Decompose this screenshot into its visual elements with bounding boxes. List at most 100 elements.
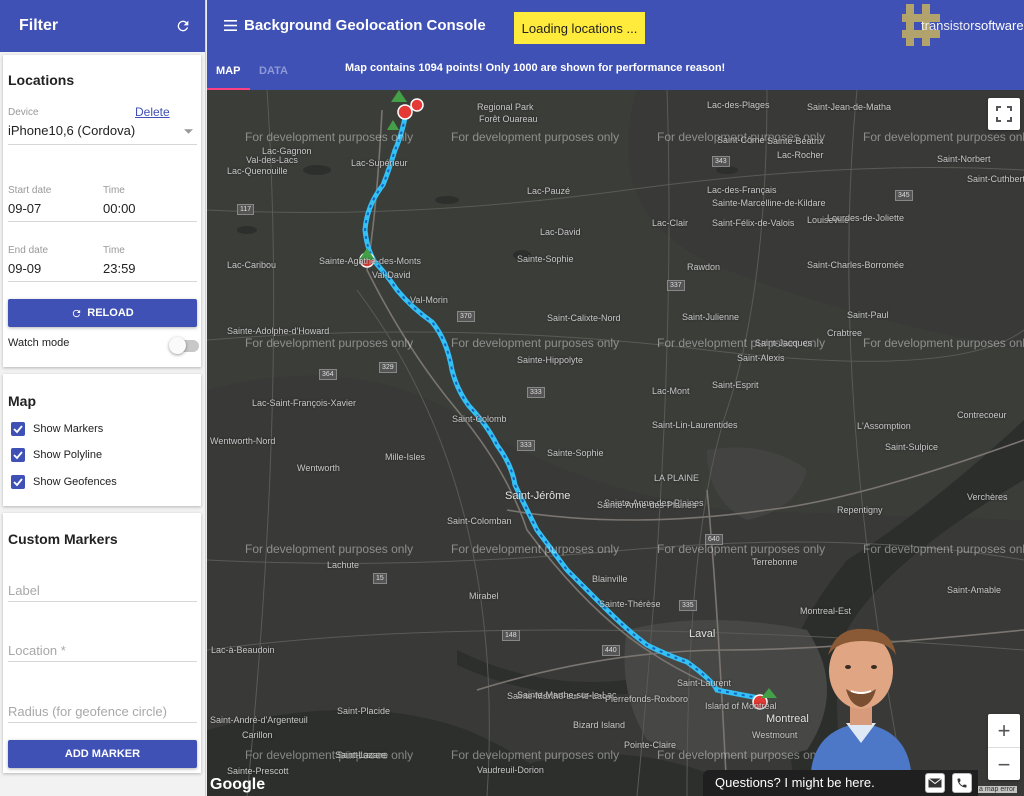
menu-icon[interactable] — [224, 20, 237, 31]
device-select-value: iPhone10,6 (Cordova) — [8, 123, 136, 138]
map-place-label: Lourdes-de-Joliette — [827, 213, 905, 223]
map-place-label: Sainte-Adolphe-d'Howard — [227, 326, 330, 336]
support-avatar[interactable] — [806, 621, 916, 771]
loading-badge: Loading locations ... — [514, 12, 645, 44]
map-place-label: Sainte-Sophie — [547, 448, 604, 458]
label-underline — [8, 601, 197, 602]
map-place-label: Sainte-Marcelline-de-Kildare — [712, 198, 826, 208]
road-shield: 335 — [679, 600, 697, 611]
end-date-field[interactable]: 09-09 — [8, 261, 41, 276]
chevron-down-icon — [184, 129, 193, 134]
watch-mode-label: Watch mode — [8, 337, 70, 349]
map-place-label: Sainte-Prescott — [227, 766, 289, 776]
phone-button[interactable] — [952, 773, 972, 793]
sidebar-header: Filter — [0, 0, 205, 52]
app-root: Filter Locations Device Delete iPhone10,… — [0, 0, 1024, 796]
map-place-label: Saint-Esprit — [712, 380, 759, 390]
road-shield: 343 — [712, 156, 730, 167]
map-place-label: Wentworth — [297, 463, 340, 473]
support-chat-bar[interactable]: Questions? I might be here. — [703, 770, 978, 796]
map-place-label: Saint-Félix-de-Valois — [712, 218, 795, 228]
map-place-label: Pierrefonds-Roxboro — [605, 694, 689, 704]
locations-card: Locations Device Delete iPhone10,6 (Cord… — [3, 55, 201, 367]
checkbox-checked-icon — [11, 448, 25, 462]
show-markers-checkbox[interactable]: Show Markers — [11, 422, 103, 436]
add-marker-button[interactable]: ADD MARKER — [8, 740, 197, 768]
zoom-out-button[interactable]: − — [988, 748, 1020, 781]
end-time-label: Time — [103, 245, 125, 256]
zoom-control: + − — [988, 714, 1020, 780]
points-notice: Map contains 1094 points! Only 1000 are … — [345, 62, 726, 74]
sidebar-title: Filter — [19, 17, 59, 34]
tab-map[interactable]: MAP — [216, 65, 240, 77]
map-place-label: Lac-des-Français — [707, 185, 777, 195]
show-markers-label: Show Markers — [33, 423, 104, 435]
logo-text-b: software — [974, 18, 1024, 33]
dev-watermark: For development purposes only — [245, 542, 414, 556]
delete-device-link[interactable]: Delete — [135, 105, 170, 119]
road-shield: 364 — [319, 369, 337, 380]
map-place-label: Bizard Island — [573, 720, 626, 730]
map-place-label: Sainte-Sophie — [517, 254, 574, 264]
map-place-label: Lac-des-Plages — [707, 100, 770, 110]
refresh-icon[interactable] — [175, 18, 191, 34]
start-underline — [8, 221, 197, 222]
map-place-label: Sainte-Thérèse — [599, 599, 661, 609]
map-place-label: Lac-Clair — [652, 218, 689, 228]
map-place-label: Lachute — [327, 560, 360, 570]
map-place-label: Crabtree — [827, 328, 863, 338]
phone-icon — [957, 778, 967, 788]
road-shield: 640 — [705, 534, 723, 545]
map-place-label: Saint-Julienne — [682, 312, 740, 322]
dev-watermark: For development purposes only — [451, 130, 620, 144]
add-marker-label: ADD MARKER — [64, 748, 141, 760]
app-header: Background Geolocation Console Loading l… — [207, 0, 1024, 52]
map-place-label: Saint-Colomban — [447, 516, 512, 526]
map-place-label: Lac-Saint-François-Xavier — [252, 398, 357, 408]
map-place-label: Val-des-Lacs — [246, 155, 298, 165]
transistorsoftware-logo: transistorsoftware — [902, 2, 1024, 50]
map-place-label: Saint-Charles-Borromée — [807, 260, 905, 270]
envelope-icon — [928, 778, 942, 788]
map-place-label: Contrecoeur — [957, 410, 1007, 420]
road-shield: 148 — [502, 630, 520, 641]
start-time-field[interactable]: 00:00 — [103, 201, 136, 216]
marker-label-input[interactable]: Label — [8, 583, 40, 598]
show-polyline-checkbox[interactable]: Show Polyline — [11, 448, 102, 462]
map-place-label: Vaudreuil-Dorion — [477, 765, 544, 775]
map-error-link[interactable]: a map error — [977, 786, 1018, 793]
fullscreen-button[interactable] — [988, 98, 1020, 130]
watch-mode-toggle[interactable] — [169, 337, 199, 354]
road-shield: 333 — [527, 387, 545, 398]
map-place-label: L'Assomption — [857, 421, 911, 431]
device-select[interactable]: iPhone10,6 (Cordova) — [8, 121, 197, 143]
marker-location-input[interactable]: Location * — [8, 643, 66, 658]
dev-watermark: For development purposes only — [245, 130, 414, 144]
show-polyline-label: Show Polyline — [33, 449, 103, 461]
map-place-label: Montreal-Est — [800, 606, 852, 616]
map-view[interactable]: For development purposes only For develo… — [207, 90, 1024, 796]
tab-data[interactable]: DATA — [259, 65, 288, 77]
dev-watermark: For development purposes only — [863, 336, 1024, 350]
map-place-label: Saint-Norbert — [937, 154, 991, 164]
map-place-label: Pointe-Claire — [624, 740, 677, 750]
zoom-in-button[interactable]: + — [988, 714, 1020, 747]
road-shield: 345 — [895, 190, 913, 201]
dev-watermark: For development purposes only — [451, 336, 620, 350]
map-place-label: Lac-Caribou — [227, 260, 277, 270]
start-date-field[interactable]: 09-07 — [8, 201, 41, 216]
map-place-label: Lac-Pauzé — [527, 186, 571, 196]
show-geofences-checkbox[interactable]: Show Geofences — [11, 475, 117, 489]
end-time-field[interactable]: 23:59 — [103, 261, 136, 276]
map-place-label: Sainte-Agathe-des-Monts — [319, 256, 422, 266]
reload-button[interactable]: RELOAD — [8, 299, 197, 327]
map-place-label: Blainville — [592, 574, 628, 584]
end-date-label: End date — [8, 245, 49, 256]
toggle-knob — [169, 337, 186, 354]
map-place-label: Westmount — [752, 730, 798, 740]
road-shield: 329 — [379, 362, 397, 373]
email-button[interactable] — [925, 773, 945, 793]
logo-text-a: transistor — [921, 18, 975, 33]
marker-radius-input[interactable]: Radius (for geofence circle) — [8, 704, 167, 719]
reload-button-label: RELOAD — [87, 307, 134, 319]
